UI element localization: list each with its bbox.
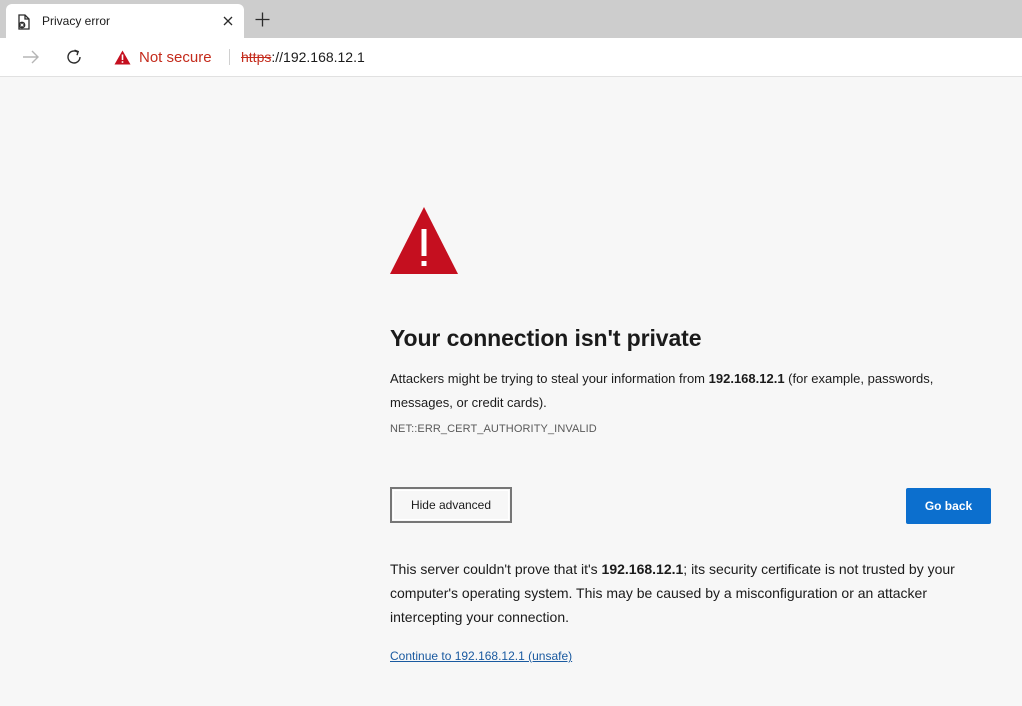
browser-toolbar: Not secure https://192.168.12.1 bbox=[0, 38, 1022, 77]
page-title: Your connection isn't private bbox=[390, 325, 702, 351]
address-bar[interactable]: Not secure https://192.168.12.1 bbox=[102, 41, 1022, 72]
proceed-unsafe-link[interactable]: Continue to 192.168.12.1 (unsafe) bbox=[390, 649, 572, 663]
message-text: Attackers might be trying to steal your … bbox=[390, 371, 709, 386]
warning-triangle-icon bbox=[114, 50, 131, 65]
forward-arrow-icon[interactable] bbox=[20, 46, 42, 68]
reload-icon[interactable] bbox=[63, 46, 85, 68]
tab-strip: Privacy error bbox=[0, 0, 1022, 38]
hide-advanced-button[interactable]: Hide advanced bbox=[390, 487, 512, 523]
tab-privacy-error[interactable]: Privacy error bbox=[6, 4, 244, 38]
button-row: Hide advanced Go back bbox=[390, 487, 992, 525]
go-back-button[interactable]: Go back bbox=[906, 488, 991, 524]
main-message: Attackers might be trying to steal your … bbox=[390, 367, 992, 415]
advanced-details: This server couldn't prove that it's 192… bbox=[390, 557, 992, 629]
security-indicator[interactable]: Not secure bbox=[114, 47, 212, 67]
url-text[interactable]: https://192.168.12.1 bbox=[241, 49, 365, 65]
tab-title: Privacy error bbox=[42, 14, 111, 28]
plus-icon[interactable] bbox=[252, 9, 272, 29]
address-separator bbox=[229, 49, 230, 65]
error-code: NET::ERR_CERT_AUTHORITY_INVALID bbox=[390, 423, 597, 435]
interstitial-content: Your connection isn't private Attackers … bbox=[390, 205, 992, 665]
not-secure-label: Not secure bbox=[139, 48, 212, 66]
error-document-icon bbox=[17, 14, 31, 30]
url-scheme: https bbox=[241, 49, 272, 65]
warning-triangle-icon bbox=[390, 205, 992, 275]
details-text: This server couldn't prove that it's bbox=[390, 561, 602, 577]
details-host: 192.168.12.1 bbox=[601, 561, 684, 577]
host-name: 192.168.12.1 bbox=[708, 371, 785, 386]
url-host: ://192.168.12.1 bbox=[271, 49, 365, 65]
close-tab-icon[interactable] bbox=[218, 11, 238, 31]
